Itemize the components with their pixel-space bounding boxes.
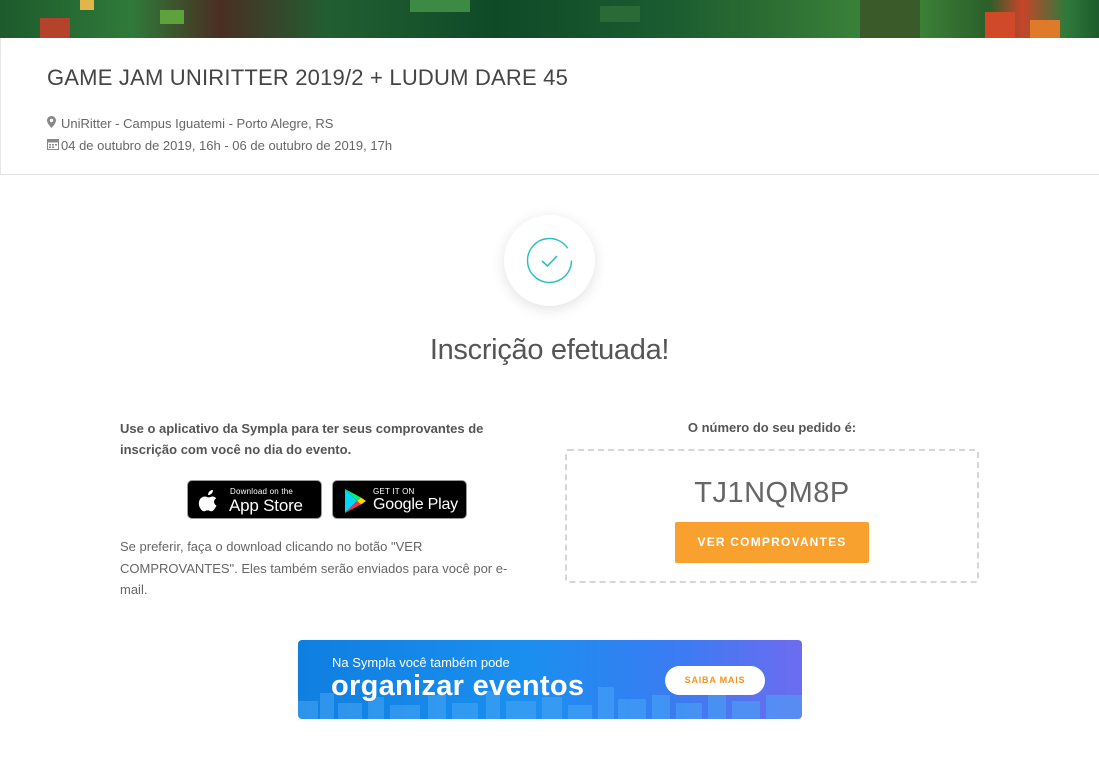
- order-number-label: O número do seu pedido é:: [687, 420, 857, 435]
- event-location-text: UniRitter - Campus Iguatemi - Porto Aleg…: [61, 116, 334, 131]
- event-title: GAME JAM UNIRITTER 2019/2 + LUDUM DARE 4…: [47, 65, 569, 90]
- promo-title: organizar eventos: [331, 670, 585, 702]
- download-instructions: Se preferir, faça o download clicando no…: [120, 539, 508, 597]
- apple-icon: [198, 490, 217, 512]
- event-banner-image: [0, 0, 1099, 38]
- success-title: Inscrição efetuada!: [429, 334, 670, 366]
- check-icon: [526, 237, 573, 284]
- google-play-label: Google Play: [373, 496, 458, 513]
- app-store-label: App Store: [229, 496, 303, 515]
- event-header: GAME JAM UNIRITTER 2019/2 + LUDUM DARE 4…: [0, 38, 1099, 175]
- success-badge: [504, 215, 595, 306]
- order-box: TJ1NQM8P VER COMPROVANTES: [565, 449, 979, 583]
- learn-more-button[interactable]: SAIBA MAIS: [665, 666, 765, 695]
- map-marker-icon: [47, 116, 58, 131]
- app-store-button[interactable]: Download on the App Store: [187, 480, 322, 519]
- promo-subtitle: Na Sympla você também pode: [332, 655, 510, 670]
- view-receipts-button[interactable]: VER COMPROVANTES: [675, 522, 869, 563]
- app-promo-text: Use o aplicativo da Sympla para ter seus…: [120, 421, 484, 457]
- order-number: TJ1NQM8P: [694, 477, 850, 509]
- calendar-icon: [47, 138, 59, 153]
- event-date: 04 de outubro de 2019, 16h - 06 de outub…: [47, 138, 392, 153]
- event-location: UniRitter - Campus Iguatemi - Porto Aleg…: [47, 116, 333, 131]
- app-store-small-text: Download on the: [230, 487, 294, 496]
- google-play-small-text: GET IT ON: [373, 487, 415, 496]
- google-play-button[interactable]: GET IT ON Google Play: [332, 480, 467, 519]
- event-date-text: 04 de outubro de 2019, 16h - 06 de outub…: [61, 138, 393, 153]
- google-play-icon: [345, 489, 366, 513]
- organize-events-banner[interactable]: Na Sympla você também pode organizar eve…: [298, 640, 802, 719]
